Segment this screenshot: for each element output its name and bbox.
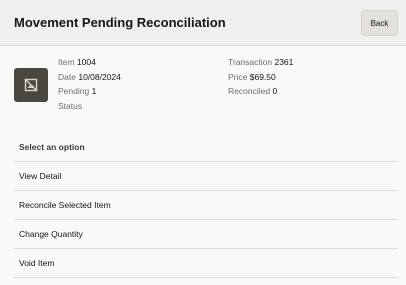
header-bar: Movement Pending Reconciliation Back	[0, 0, 406, 46]
reconciled-value: 0	[272, 86, 278, 96]
transaction-row: Transaction 2361	[228, 55, 293, 70]
item-thumbnail	[14, 68, 48, 102]
change-quantity-option[interactable]: Change Quantity	[14, 220, 398, 249]
pending-label: Pending	[58, 86, 90, 96]
item-details-left: Item 1004 Date 10/08/2024 Pending 1 Stat…	[58, 55, 121, 113]
app-screen: Movement Pending Reconciliation Back Ite…	[0, 0, 406, 285]
reconciled-label: Reconciled	[228, 86, 271, 96]
page-title: Movement Pending Reconciliation	[14, 15, 226, 30]
reconciled-row: Reconciled 0	[228, 84, 293, 99]
transaction-label: Transaction	[228, 57, 273, 67]
void-item-option[interactable]: Void Item	[14, 249, 398, 278]
status-label: Status	[58, 100, 83, 111]
transaction-value: 2361	[274, 57, 294, 67]
date-value: 10/08/2024	[78, 71, 121, 82]
pending-value: 1	[91, 86, 97, 96]
price-value: $69.50	[249, 71, 276, 82]
back-button[interactable]: Back	[361, 10, 398, 36]
price-row: Price $69.50	[228, 70, 293, 85]
item-number-row: Item 1004	[58, 55, 121, 70]
date-row: Date 10/08/2024	[58, 70, 121, 85]
price-label: Price	[228, 71, 248, 82]
date-label: Date	[58, 71, 76, 82]
item-value: 1004	[76, 57, 96, 67]
options-heading: Select an option	[14, 133, 398, 162]
options-menu: Select an option View Detail Reconcile S…	[14, 133, 398, 278]
view-detail-option[interactable]: View Detail	[14, 162, 398, 191]
item-label: Item	[58, 57, 75, 67]
reconcile-selected-item-option[interactable]: Reconcile Selected Item	[14, 191, 398, 220]
status-row: Status	[58, 99, 121, 114]
item-details-right: Transaction 2361 Price $69.50 Reconciled…	[228, 55, 293, 99]
image-unavailable-icon	[24, 78, 38, 92]
pending-row: Pending 1	[58, 84, 121, 99]
